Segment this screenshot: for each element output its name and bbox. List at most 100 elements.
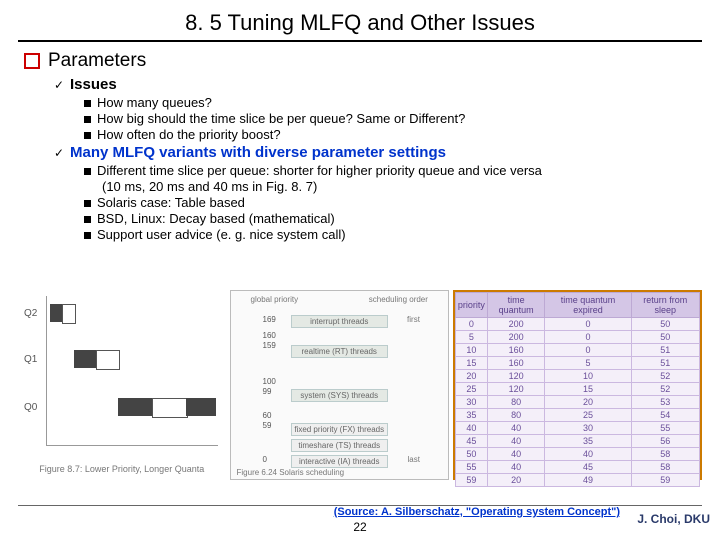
table-cell: 40	[487, 448, 544, 461]
table-cell: 52	[631, 370, 699, 383]
table-cell: 15	[455, 357, 487, 370]
table-cell: 15	[545, 383, 631, 396]
figure-gantt: Q2 Q1 Q0 Figure 8.7: Lower Priority, Lon…	[18, 290, 226, 480]
table-cell: 120	[487, 383, 544, 396]
table-row: 35802554	[455, 409, 699, 422]
table-header-row: priority time quantum time quantum expir…	[455, 293, 699, 318]
solaris-tick: 160	[263, 331, 276, 340]
solaris-first: first	[407, 315, 420, 324]
solaris-band: interrupt threads	[291, 315, 388, 328]
issue-text-0: How many queues?	[97, 95, 212, 110]
gantt-block	[96, 350, 120, 370]
variant-text-1: Solaris case: Table based	[97, 195, 245, 210]
content-area: Parameters ✓ Issues How many queues? How …	[0, 50, 720, 242]
table-cell: 59	[455, 474, 487, 487]
issue-text-2: How often do the priority boost?	[97, 127, 281, 142]
table-cell: 160	[487, 344, 544, 357]
square-icon	[84, 200, 91, 207]
bullet-square-icon	[24, 53, 40, 69]
subheading-variants: ✓Many MLFQ variants with diverse paramet…	[54, 144, 696, 161]
solaris-band: realtime (RT) threads	[291, 345, 388, 358]
table-cell: 200	[487, 331, 544, 344]
figure-solaris: global priority scheduling order 169 160…	[230, 290, 449, 480]
priority-table: priority time quantum time quantum expir…	[455, 292, 700, 487]
solaris-tick: 60	[263, 411, 272, 420]
table-row: 59204959	[455, 474, 699, 487]
table-cell: 51	[631, 357, 699, 370]
gantt-block	[62, 304, 76, 324]
table-cell: 35	[545, 435, 631, 448]
subheading-issues: ✓ Issues	[54, 76, 696, 93]
check-icon: ✓	[54, 78, 66, 92]
table-cell: 25	[545, 409, 631, 422]
solaris-tick: 169	[263, 315, 276, 324]
table-cell: 50	[455, 448, 487, 461]
heading-parameters-text: Parameters	[48, 50, 146, 71]
variant-text-2: BSD, Linux: Decay based (mathematical)	[97, 211, 335, 226]
table-cell: 0	[455, 318, 487, 331]
table-cell: 55	[631, 422, 699, 435]
table-cell: 10	[455, 344, 487, 357]
gantt-label-q0: Q0	[24, 402, 37, 413]
check-icon: ✓	[54, 146, 66, 160]
square-icon	[84, 116, 91, 123]
solaris-caption: Figure 6.24 Solaris scheduling	[237, 468, 345, 477]
figure-table: priority time quantum time quantum expir…	[453, 290, 702, 480]
issue-item-1: How big should the time slice be per que…	[84, 111, 696, 126]
solaris-label-so: scheduling order	[369, 295, 428, 304]
figure-row: Q2 Q1 Q0 Figure 8.7: Lower Priority, Lon…	[18, 290, 702, 480]
table-cell: 200	[487, 318, 544, 331]
variant-item-0b: (10 ms, 20 ms and 40 ms in Fig. 8. 7)	[102, 179, 696, 194]
variant-item-1: Solaris case: Table based	[84, 195, 696, 210]
table-cell: 45	[455, 435, 487, 448]
table-cell: 40	[487, 422, 544, 435]
table-row: 0200050	[455, 318, 699, 331]
gantt-axis-x	[46, 445, 218, 446]
issue-item-0: How many queues?	[84, 95, 696, 110]
solaris-tick: 59	[263, 421, 272, 430]
table-row: 15160551	[455, 357, 699, 370]
th-priority: priority	[455, 293, 487, 318]
table-cell: 30	[545, 422, 631, 435]
th-expired: time quantum expired	[545, 293, 631, 318]
table-cell: 56	[631, 435, 699, 448]
table-cell: 40	[455, 422, 487, 435]
variant-item-2: BSD, Linux: Decay based (mathematical)	[84, 211, 696, 226]
table-cell: 0	[545, 331, 631, 344]
table-row: 50404058	[455, 448, 699, 461]
table-row: 55404558	[455, 461, 699, 474]
solaris-last: last	[407, 455, 419, 464]
solaris-band: fixed priority (FX) threads	[291, 423, 388, 436]
table-cell: 20	[545, 396, 631, 409]
table-cell: 55	[455, 461, 487, 474]
table-cell: 40	[545, 448, 631, 461]
solaris-band: system (SYS) threads	[291, 389, 388, 402]
table-cell: 10	[545, 370, 631, 383]
solaris-label-gp: global priority	[251, 295, 299, 304]
square-icon	[84, 216, 91, 223]
table-cell: 35	[455, 409, 487, 422]
table-body: 0200050520005010160051151605512012010522…	[455, 318, 699, 487]
table-cell: 0	[545, 318, 631, 331]
source-citation: (Source: A. Silberschatz, "Operating sys…	[334, 506, 620, 518]
gantt-caption: Figure 8.7: Lower Priority, Longer Quant…	[18, 464, 226, 474]
table-cell: 120	[487, 370, 544, 383]
th-quantum: time quantum	[487, 293, 544, 318]
table-cell: 49	[545, 474, 631, 487]
solaris-band: timeshare (TS) threads	[291, 439, 388, 452]
table-row: 10160051	[455, 344, 699, 357]
table-row: 251201552	[455, 383, 699, 396]
th-return: return from sleep	[631, 293, 699, 318]
square-icon	[84, 100, 91, 107]
subheading-issues-text: Issues	[70, 76, 117, 93]
square-icon	[84, 168, 91, 175]
gantt-block	[186, 398, 216, 416]
table-cell: 20	[455, 370, 487, 383]
table-row: 201201052	[455, 370, 699, 383]
table-cell: 40	[487, 435, 544, 448]
gantt-label-q1: Q1	[24, 354, 37, 365]
square-icon	[84, 132, 91, 139]
slide-title: 8. 5 Tuning MLFQ and Other Issues	[0, 0, 720, 40]
table-cell: 51	[631, 344, 699, 357]
gantt-label-q2: Q2	[24, 308, 37, 319]
